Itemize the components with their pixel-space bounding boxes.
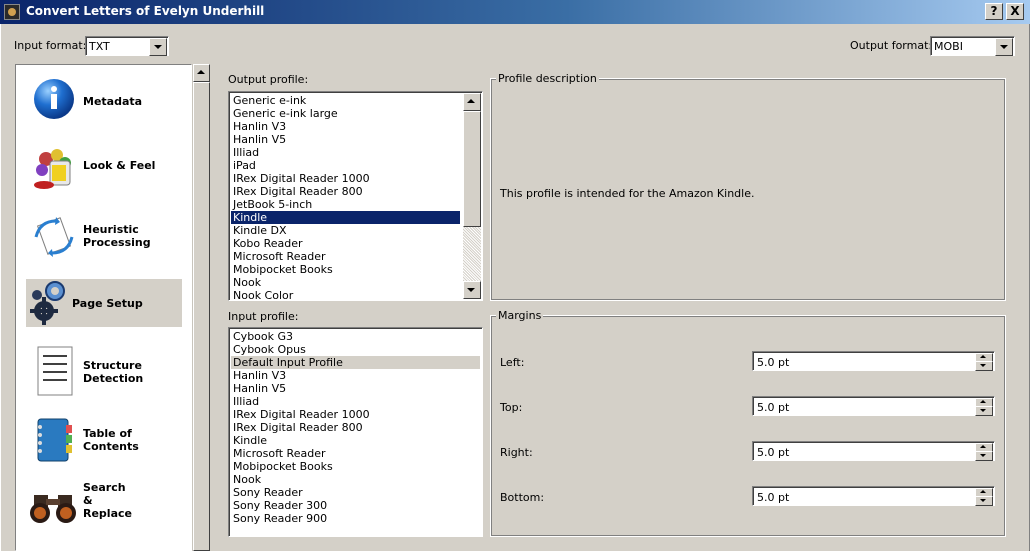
scroll-up-icon[interactable] xyxy=(193,64,210,82)
decrement-icon[interactable] xyxy=(975,451,993,461)
input-profile-list[interactable]: Cybook G3 Cybook Opus Default Input Profil… xyxy=(228,327,483,537)
list-item[interactable]: Mobipocket Books xyxy=(231,263,460,276)
scroll-thumb[interactable] xyxy=(463,111,481,227)
list-item[interactable]: Default Input Profile xyxy=(231,356,480,369)
sidebar-item-search-and-replace[interactable]: Search & Replace xyxy=(26,479,182,541)
list-item[interactable]: Generic e-ink large xyxy=(231,107,460,120)
margin-bottom-spinbox[interactable]: 5.0 pt xyxy=(752,486,995,506)
list-item[interactable]: Hanlin V3 xyxy=(231,369,480,382)
input-format-select[interactable]: TXT xyxy=(85,36,169,56)
sidebar-item-label: Metadata xyxy=(83,95,143,108)
heuristic-icon xyxy=(34,217,74,257)
sidebar-item-table-of-contents[interactable]: Table of Contents xyxy=(26,411,182,469)
list-item[interactable]: IRex Digital Reader 1000 xyxy=(231,408,480,421)
sidebar-item-label: Search & Replace xyxy=(83,481,132,520)
list-item[interactable]: Kindle xyxy=(231,434,480,447)
list-item[interactable]: IRex Digital Reader 800 xyxy=(231,421,480,434)
margin-top-spinbox[interactable]: 5.0 pt xyxy=(752,396,995,416)
decrement-icon[interactable] xyxy=(975,361,993,371)
list-item[interactable]: Cybook G3 xyxy=(231,330,480,343)
list-item[interactable]: Hanlin V5 xyxy=(231,382,480,395)
margin-top-label: Top: xyxy=(500,401,523,414)
sidebar-item-look-and-feel[interactable]: Look & Feel xyxy=(26,139,182,197)
window-title: Convert Letters of Evelyn Underhill xyxy=(26,4,265,18)
margin-left-label: Left: xyxy=(500,356,525,369)
info-icon xyxy=(34,79,74,119)
output-profile-scrollbar[interactable] xyxy=(463,93,481,299)
list-item[interactable]: Nook xyxy=(231,473,480,486)
output-format-label: Output format: xyxy=(850,39,933,52)
list-item[interactable]: Cybook Opus xyxy=(231,343,480,356)
list-item[interactable]: Generic e-ink xyxy=(231,94,460,107)
decrement-icon[interactable] xyxy=(975,406,993,416)
scroll-up-icon[interactable] xyxy=(463,93,481,111)
chevron-down-icon[interactable] xyxy=(149,38,167,56)
help-button[interactable]: ? xyxy=(985,3,1003,20)
output-format-value: MOBI xyxy=(934,40,963,53)
list-item[interactable]: iPad xyxy=(231,159,460,172)
list-item[interactable]: IRex Digital Reader 1000 xyxy=(231,172,460,185)
list-item[interactable]: Sony Reader xyxy=(231,486,480,499)
list-item[interactable]: Nook Color xyxy=(231,289,460,300)
sidebar: Metadata Look & Feel Heuristic Processin… xyxy=(15,64,192,551)
output-format-select[interactable]: MOBI xyxy=(930,36,1015,56)
margin-right-label: Right: xyxy=(500,446,533,459)
list-item[interactable]: Sony Reader 300 xyxy=(231,499,480,512)
list-item[interactable]: Illiad xyxy=(231,395,480,408)
input-format-value: TXT xyxy=(89,40,110,53)
margin-left-value: 5.0 pt xyxy=(757,356,790,369)
scroll-down-icon[interactable] xyxy=(463,281,481,299)
sidebar-item-label: Page Setup xyxy=(72,297,143,310)
list-item[interactable]: Nook xyxy=(231,276,460,289)
profile-description-text: This profile is intended for the Amazon … xyxy=(500,187,755,200)
list-item[interactable]: Kindle xyxy=(230,210,461,225)
input-profile-label: Input profile: xyxy=(228,310,299,323)
list-item[interactable]: Sony Reader 900 xyxy=(231,512,480,525)
list-item[interactable]: JetBook 5-inch xyxy=(231,198,460,211)
output-profile-label: Output profile: xyxy=(228,73,309,86)
gears-icon xyxy=(30,281,65,325)
chevron-down-icon[interactable] xyxy=(995,38,1013,56)
paint-icon xyxy=(34,149,71,189)
sidebar-item-label: Table of Contents xyxy=(83,427,139,453)
margin-left-spinbox[interactable]: 5.0 pt xyxy=(752,351,995,371)
list-item[interactable]: Hanlin V5 xyxy=(231,133,460,146)
list-item[interactable]: IRex Digital Reader 800 xyxy=(231,185,460,198)
sidebar-item-structure-detection[interactable]: Structure Detection xyxy=(26,343,182,403)
sidebar-item-page-setup[interactable]: Page Setup xyxy=(26,279,182,327)
sidebar-item-heuristic-processing[interactable]: Heuristic Processing xyxy=(26,205,182,267)
sidebar-item-label: Structure Detection xyxy=(83,359,144,385)
notebook-icon xyxy=(37,418,72,462)
close-button[interactable]: X xyxy=(1006,3,1024,20)
list-item[interactable]: Hanlin V3 xyxy=(231,120,460,133)
output-profile-list[interactable]: Generic e-ink Generic e-ink large Hanlin V… xyxy=(228,91,483,301)
margin-top-value: 5.0 pt xyxy=(757,401,790,414)
sidebar-item-metadata[interactable]: Metadata xyxy=(26,73,182,129)
list-item[interactable]: Kobo Reader xyxy=(231,237,460,250)
margin-bottom-value: 5.0 pt xyxy=(757,491,790,504)
app-icon xyxy=(4,4,20,20)
document-icon xyxy=(37,346,73,396)
margins-title: Margins xyxy=(496,309,544,322)
margin-right-spinbox[interactable]: 5.0 pt xyxy=(752,441,995,461)
list-item[interactable]: Mobipocket Books xyxy=(231,460,480,473)
sidebar-scrollbar[interactable] xyxy=(192,64,210,551)
margin-right-value: 5.0 pt xyxy=(757,446,790,459)
binoculars-icon xyxy=(30,495,76,523)
profile-description-title: Profile description xyxy=(496,72,599,85)
sidebar-item-label: Look & Feel xyxy=(83,159,156,172)
list-item[interactable]: Kindle DX xyxy=(231,224,460,237)
sidebar-item-label: Heuristic Processing xyxy=(83,223,151,249)
margin-bottom-label: Bottom: xyxy=(500,491,545,504)
list-item[interactable]: Illiad xyxy=(231,146,460,159)
title-bar[interactable]: Convert Letters of Evelyn Underhill ? X xyxy=(0,0,1030,24)
scroll-thumb[interactable] xyxy=(193,82,210,551)
list-item[interactable]: Microsoft Reader xyxy=(231,447,480,460)
input-format-label: Input format: xyxy=(14,39,87,52)
list-item[interactable]: Microsoft Reader xyxy=(231,250,460,263)
decrement-icon[interactable] xyxy=(975,496,993,506)
